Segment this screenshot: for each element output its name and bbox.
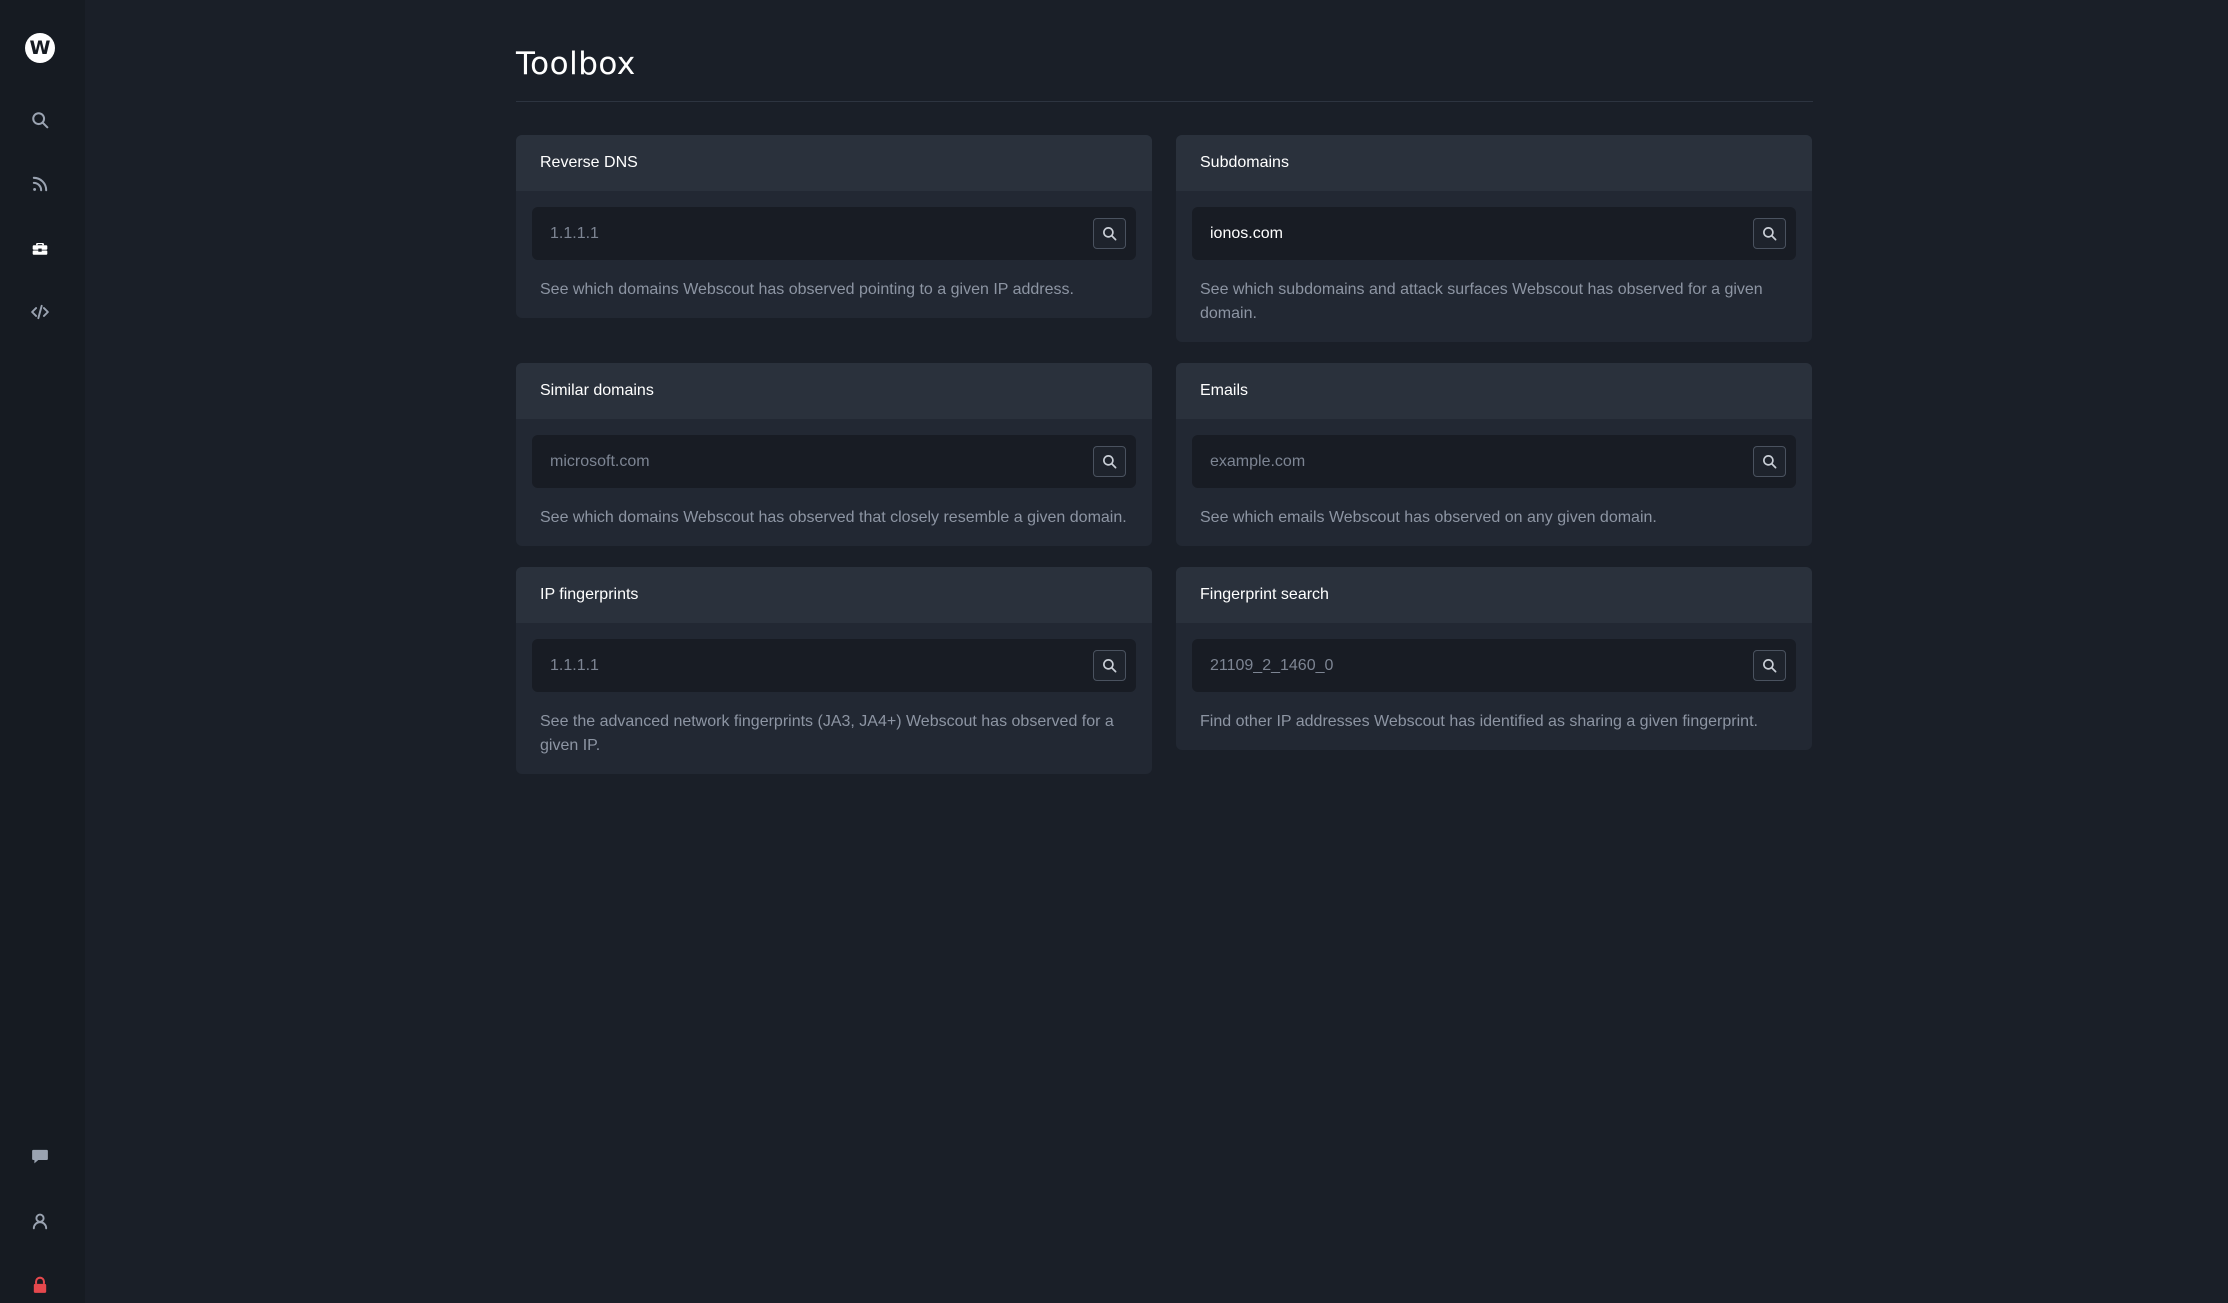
search-icon [1763, 455, 1777, 469]
app-root: W Toolbox Reverse DNS 1.1.1.1 See which … [0, 0, 2228, 1303]
chat-icon[interactable] [24, 1140, 56, 1172]
tool-card-similar-domains: Similar domains See which domains Websco… [516, 363, 1152, 546]
search-field [1192, 639, 1796, 692]
card-title: Emails [1176, 363, 1812, 419]
fingerprint-search-input[interactable] [1192, 639, 1752, 692]
card-description: See which domains Webscout has observed … [540, 509, 1127, 526]
search-field [532, 207, 1136, 260]
search-button[interactable] [1753, 650, 1786, 681]
search-field [1192, 207, 1796, 260]
tool-card-subdomains: Subdomains See which subdomains and atta… [1176, 135, 1812, 342]
card-description: See which emails Webscout has observed o… [1200, 509, 1657, 526]
search-icon [1763, 659, 1777, 673]
title-divider [516, 101, 1813, 102]
card-title: Reverse DNS [516, 135, 1152, 191]
card-title: IP fingerprints [516, 567, 1152, 623]
user-icon[interactable] [24, 1205, 56, 1237]
rss-feed-icon[interactable] [24, 168, 56, 200]
tool-card-ip-fingerprints: IP fingerprints See the advanced network… [516, 567, 1152, 774]
search-button[interactable] [1753, 446, 1786, 477]
search-button[interactable] [1753, 218, 1786, 249]
search-button[interactable] [1093, 218, 1126, 249]
search-button[interactable] [1093, 446, 1126, 477]
subdomains-input[interactable] [1192, 207, 1752, 260]
page-title: Toolbox [516, 46, 636, 82]
toolbox-icon[interactable] [24, 232, 56, 264]
card-description: Find other IP addresses Webscout has ide… [1200, 713, 1758, 730]
card-description: See which domains Webscout has observed … [540, 281, 1074, 298]
code-icon[interactable] [24, 296, 56, 328]
reverse-dns-input[interactable] [532, 207, 1092, 260]
card-description: See which subdomains and attack surfaces… [1200, 281, 1763, 322]
search-icon [1103, 659, 1117, 673]
search-button[interactable] [1093, 650, 1126, 681]
sidebar: W [0, 0, 85, 1303]
lock-icon[interactable] [24, 1269, 56, 1301]
similar-domains-input[interactable] [532, 435, 1092, 488]
card-description: See the advanced network fingerprints (J… [540, 713, 1114, 754]
card-title: Subdomains [1176, 135, 1812, 191]
search-field [532, 639, 1136, 692]
search-icon [1103, 455, 1117, 469]
tool-card-fingerprint-search: Fingerprint search Find other IP address… [1176, 567, 1812, 750]
webscout-logo[interactable]: W [25, 33, 55, 63]
search-icon [1763, 227, 1777, 241]
search-icon[interactable] [24, 104, 56, 136]
tool-card-reverse-dns: Reverse DNS See which domains Webscout h… [516, 135, 1152, 318]
search-icon [1103, 227, 1117, 241]
search-field [532, 435, 1136, 488]
search-field [1192, 435, 1796, 488]
card-title: Similar domains [516, 363, 1152, 419]
card-title: Fingerprint search [1176, 567, 1812, 623]
tool-card-emails: Emails See which emails Webscout has obs… [1176, 363, 1812, 546]
ip-fingerprints-input[interactable] [532, 639, 1092, 692]
emails-input[interactable] [1192, 435, 1752, 488]
